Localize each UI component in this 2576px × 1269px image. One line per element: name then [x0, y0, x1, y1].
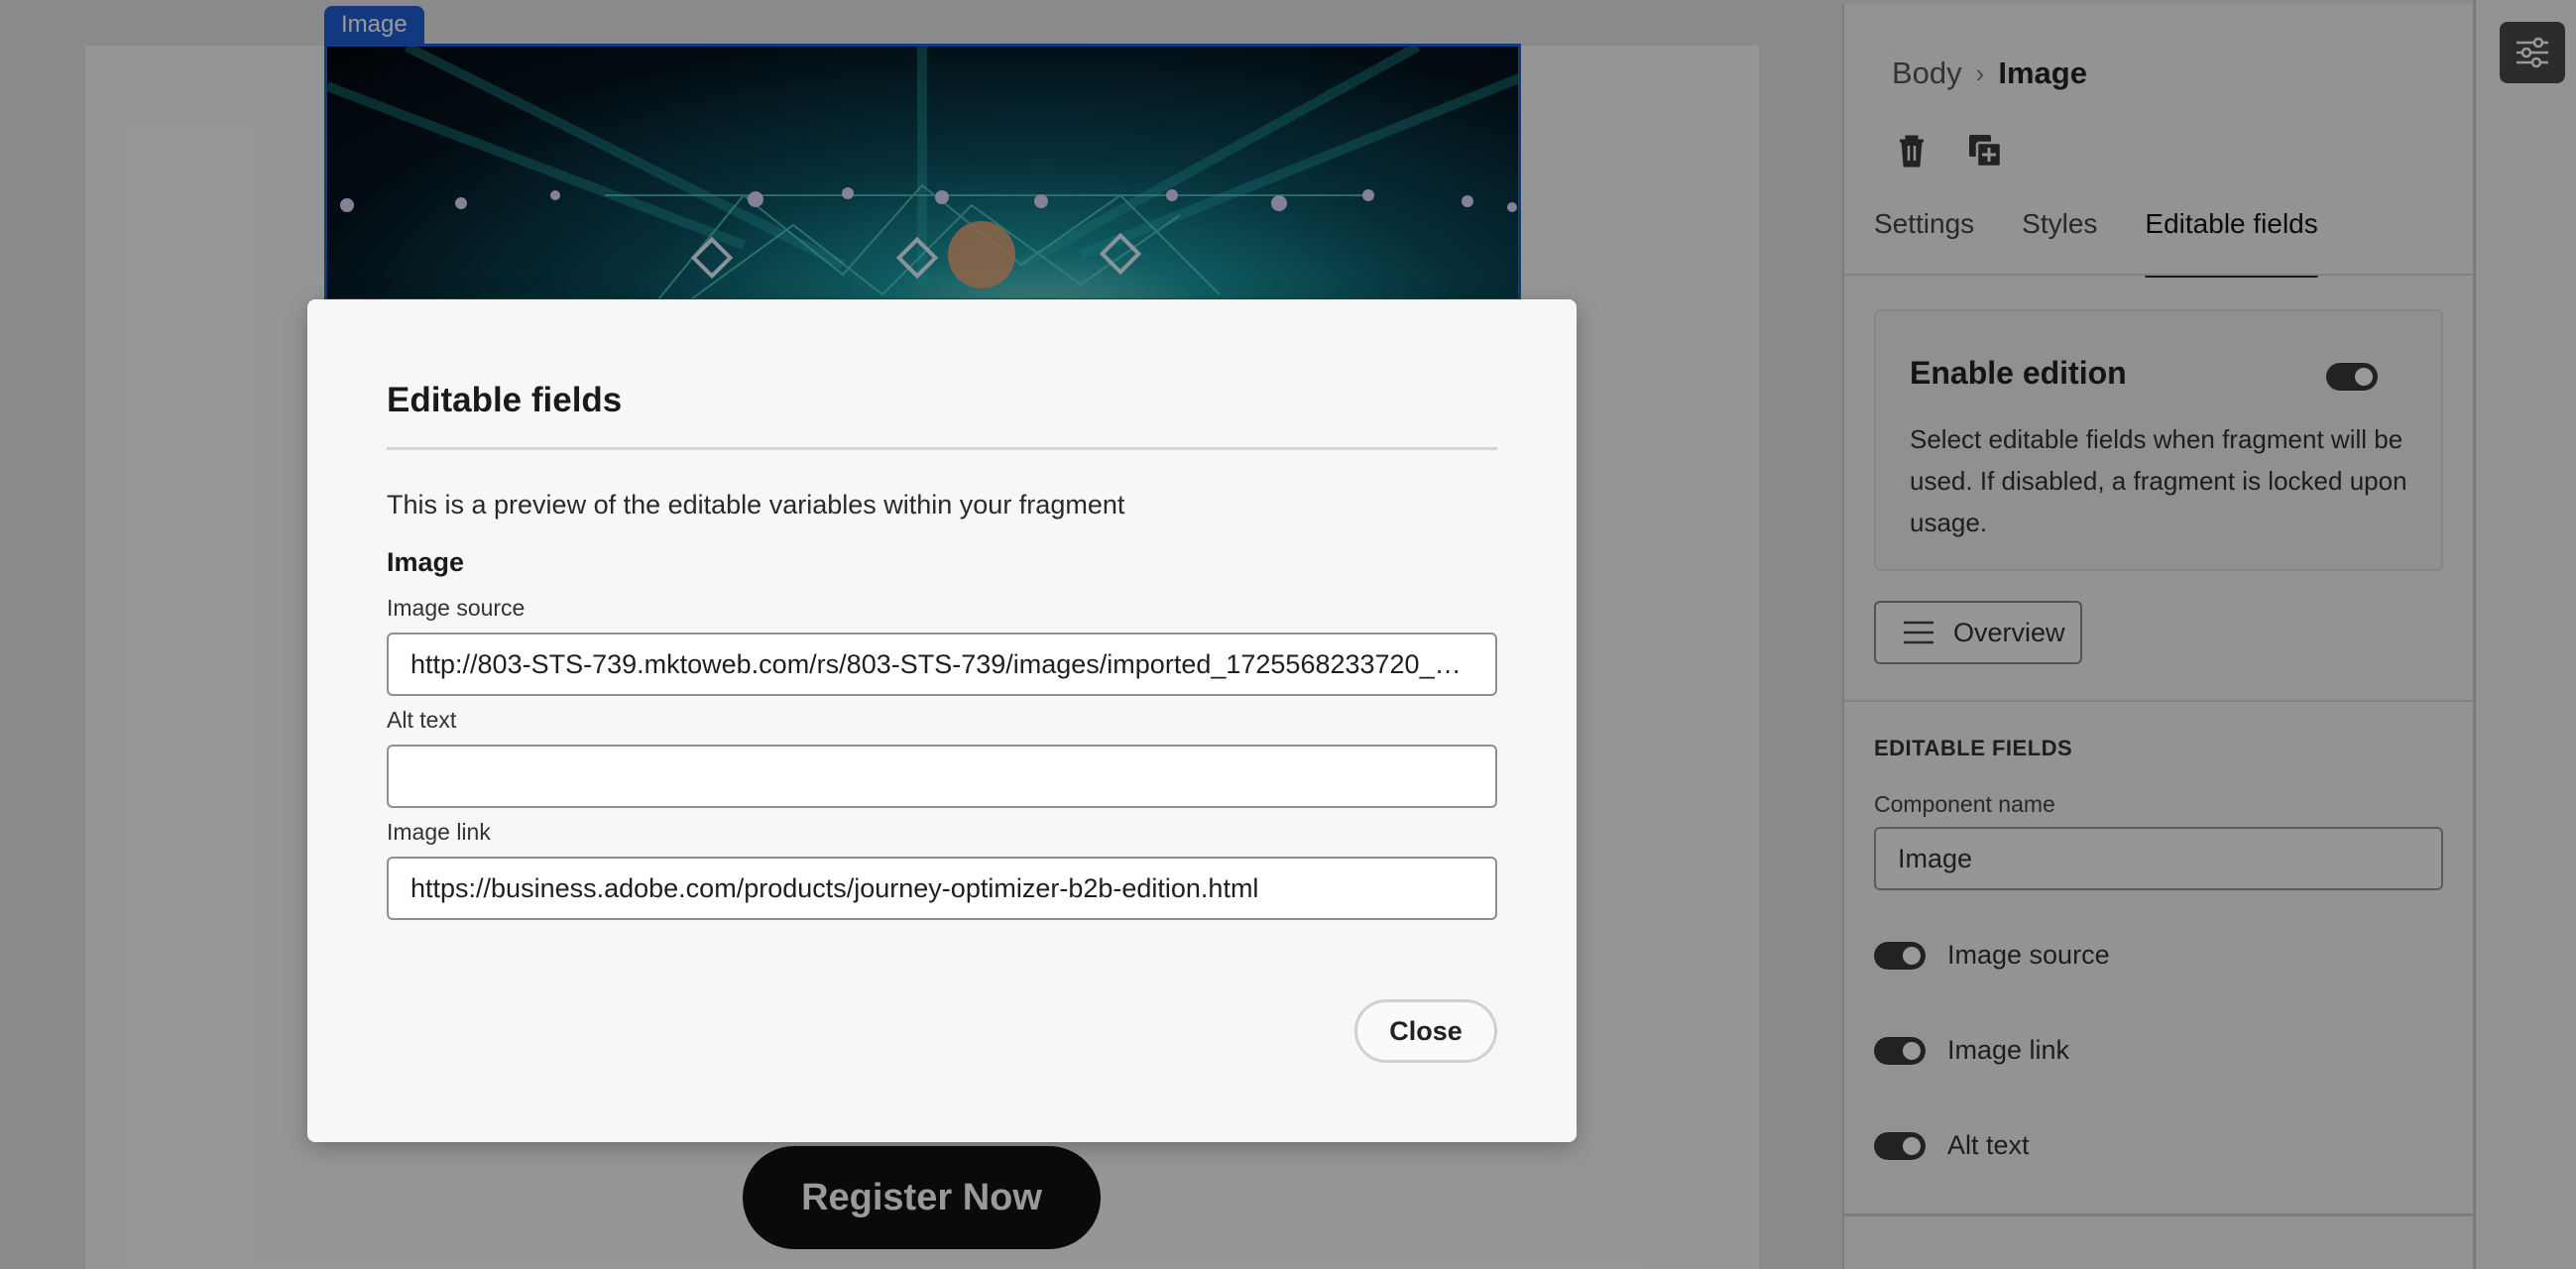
close-button[interactable]: Close: [1354, 999, 1497, 1063]
image-source-input[interactable]: [387, 633, 1497, 696]
image-link-label: Image link: [387, 819, 491, 845]
alt-text-label: Alt text: [387, 707, 457, 733]
alt-text-input[interactable]: [387, 745, 1497, 808]
editable-fields-dialog: Editable fields This is a preview of the…: [307, 299, 1577, 1142]
dialog-description: This is a preview of the editable variab…: [387, 490, 1125, 519]
dialog-divider: [387, 447, 1497, 450]
image-link-input[interactable]: [387, 857, 1497, 920]
dialog-title: Editable fields: [387, 381, 623, 419]
image-source-label: Image source: [387, 595, 526, 621]
dialog-section-heading: Image: [387, 547, 465, 577]
